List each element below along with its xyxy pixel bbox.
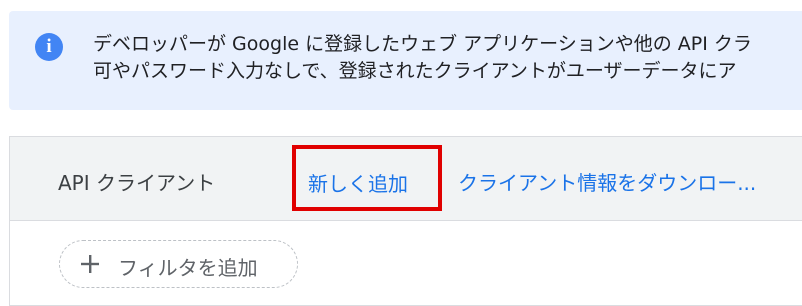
info-icon: i (35, 33, 63, 61)
add-filter-button[interactable]: フィルタを追加 (59, 240, 298, 288)
panel-header: API クライアント 新しく追加 クライアント情報をダウンロー... (10, 137, 802, 221)
download-client-info-button[interactable]: クライアント情報をダウンロー... (458, 167, 756, 196)
panel-title: API クライアント (58, 171, 216, 195)
add-new-label: 新しく追加 (308, 172, 408, 196)
info-banner-text: デベロッパーが Google に登録したウェブ アプリケーションや他の API … (93, 31, 802, 85)
info-banner: i デベロッパーが Google に登録したウェブ アプリケーションや他の AP… (9, 11, 802, 110)
plus-icon (81, 255, 99, 273)
add-filter-label: フィルタを追加 (118, 256, 258, 280)
api-clients-panel: API クライアント 新しく追加 クライアント情報をダウンロー... フィルタを… (9, 136, 802, 306)
info-banner-line-1: デベロッパーが Google に登録したウェブ アプリケーションや他の API … (93, 33, 752, 55)
add-new-button[interactable]: 新しく追加 (292, 145, 442, 211)
info-banner-line-2: 可やパスワード入力なしで、登録されたクライアントがユーザーデータにア (93, 60, 737, 82)
